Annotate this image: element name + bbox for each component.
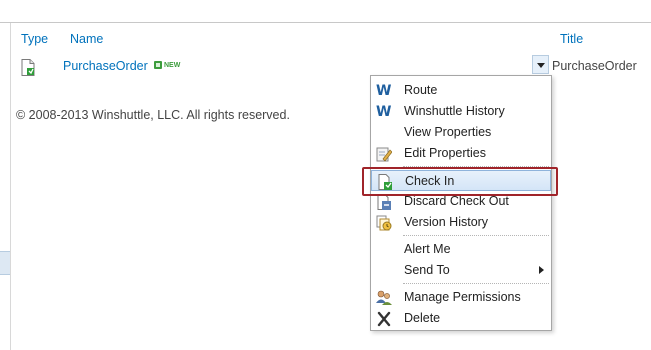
edit-properties-icon xyxy=(376,146,393,162)
new-badge: NEW xyxy=(154,61,180,69)
menu-item-view-properties[interactable]: View Properties xyxy=(371,122,551,143)
menu-item-edit-properties[interactable]: Edit Properties xyxy=(371,143,551,164)
delete-icon xyxy=(376,311,392,327)
quick-launch-selected-item[interactable] xyxy=(0,251,10,275)
menu-item-version-history[interactable]: Version History xyxy=(371,212,551,233)
menu-item-send-to[interactable]: Send To xyxy=(371,260,551,281)
item-menu-dropdown-button[interactable] xyxy=(532,55,549,74)
winshuttle-icon: W xyxy=(376,83,392,99)
manage-permissions-icon xyxy=(376,290,392,306)
new-spark-icon xyxy=(154,61,162,69)
menu-item-winshuttle-history[interactable]: W Winshuttle History xyxy=(371,101,551,122)
copyright-text: © 2008-2013 Winshuttle, LLC. All rights … xyxy=(16,108,290,122)
document-name-link[interactable]: PurchaseOrder xyxy=(63,59,148,73)
checked-out-document-icon xyxy=(21,59,35,79)
quick-launch-rail xyxy=(0,23,11,350)
discard-check-out-icon xyxy=(376,194,392,210)
check-in-callout-highlight xyxy=(362,167,558,196)
menu-item-delete[interactable]: Delete xyxy=(371,308,551,329)
winshuttle-icon: W xyxy=(376,104,392,120)
column-header-title[interactable]: Title xyxy=(560,32,583,46)
menu-item-manage-permissions[interactable]: Manage Permissions xyxy=(371,287,551,308)
item-context-menu: W Route W Winshuttle History View Proper… xyxy=(370,75,552,331)
submenu-arrow-icon xyxy=(539,266,544,274)
new-badge-label: NEW xyxy=(164,61,181,69)
document-title-value: PurchaseOrder xyxy=(552,59,637,73)
menu-item-route[interactable]: W Route xyxy=(371,80,551,101)
column-header-type[interactable]: Type xyxy=(21,32,48,46)
column-header-name[interactable]: Name xyxy=(70,32,103,46)
menu-separator xyxy=(403,235,549,236)
version-history-icon xyxy=(376,215,392,231)
ribbon-bottom-border xyxy=(0,0,651,23)
menu-item-alert-me[interactable]: Alert Me xyxy=(371,239,551,260)
menu-separator xyxy=(403,283,549,284)
